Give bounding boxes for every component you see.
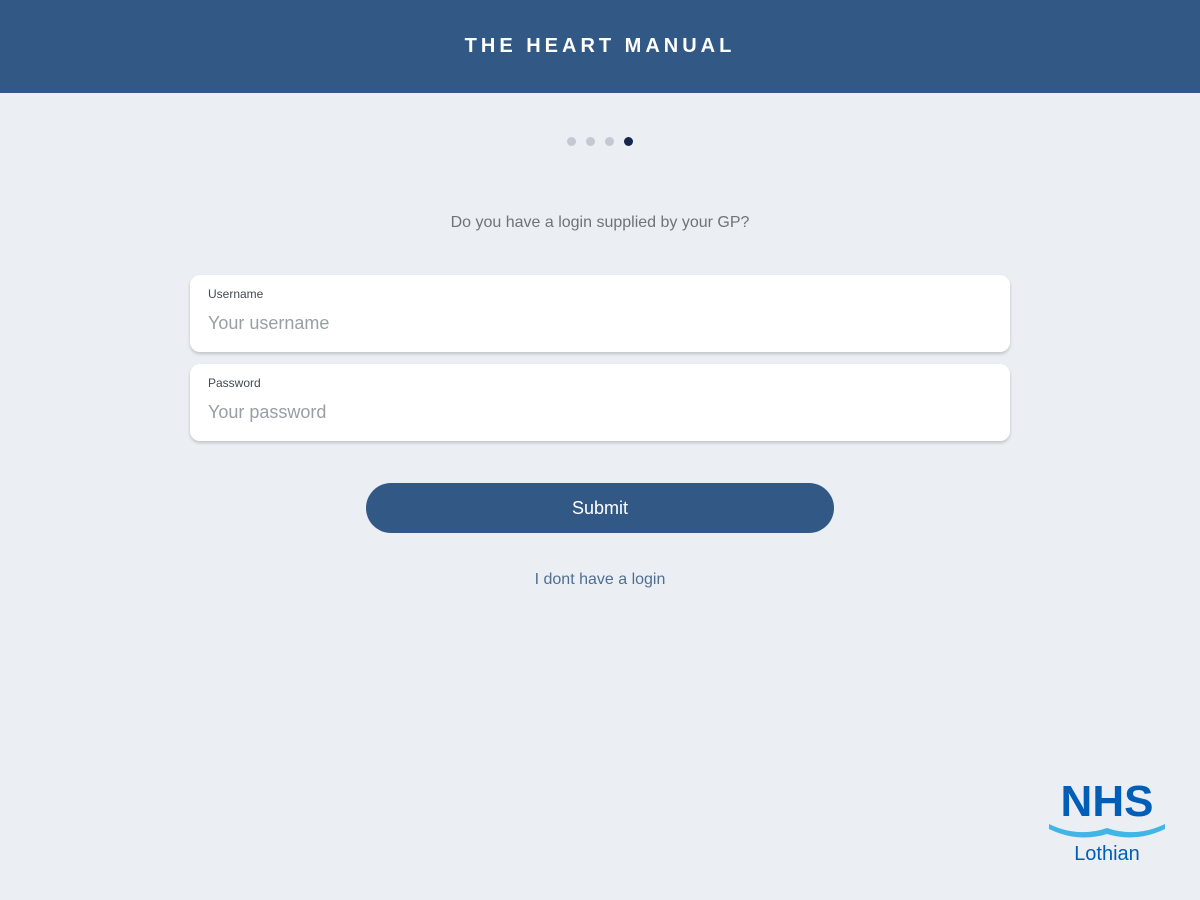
- step-indicator: [0, 137, 1200, 146]
- no-login-link[interactable]: I dont have a login: [0, 571, 1200, 589]
- app-header: THE HEART MANUAL: [0, 0, 1200, 93]
- wave-icon: [1049, 824, 1165, 838]
- step-dot: [567, 137, 576, 146]
- username-field[interactable]: Username: [190, 275, 1010, 352]
- nhs-logo-graphic: NHS Lothian: [1049, 777, 1165, 865]
- password-input[interactable]: [208, 402, 988, 423]
- submit-button[interactable]: Submit: [366, 483, 834, 533]
- step-dot: [605, 137, 614, 146]
- nhs-logo-text: NHS: [1061, 778, 1154, 826]
- username-input[interactable]: [208, 313, 988, 334]
- step-dot-active: [624, 137, 633, 146]
- app-title: THE HEART MANUAL: [464, 35, 736, 57]
- username-label: Username: [208, 287, 264, 301]
- login-prompt: Do you have a login supplied by your GP?: [450, 214, 750, 231]
- nhs-lothian-logo: NHS Lothian: [1045, 777, 1170, 868]
- step-dot: [586, 137, 595, 146]
- lothian-logo-text: Lothian: [1074, 843, 1140, 865]
- password-label: Password: [208, 376, 261, 390]
- password-field[interactable]: Password: [190, 364, 1010, 441]
